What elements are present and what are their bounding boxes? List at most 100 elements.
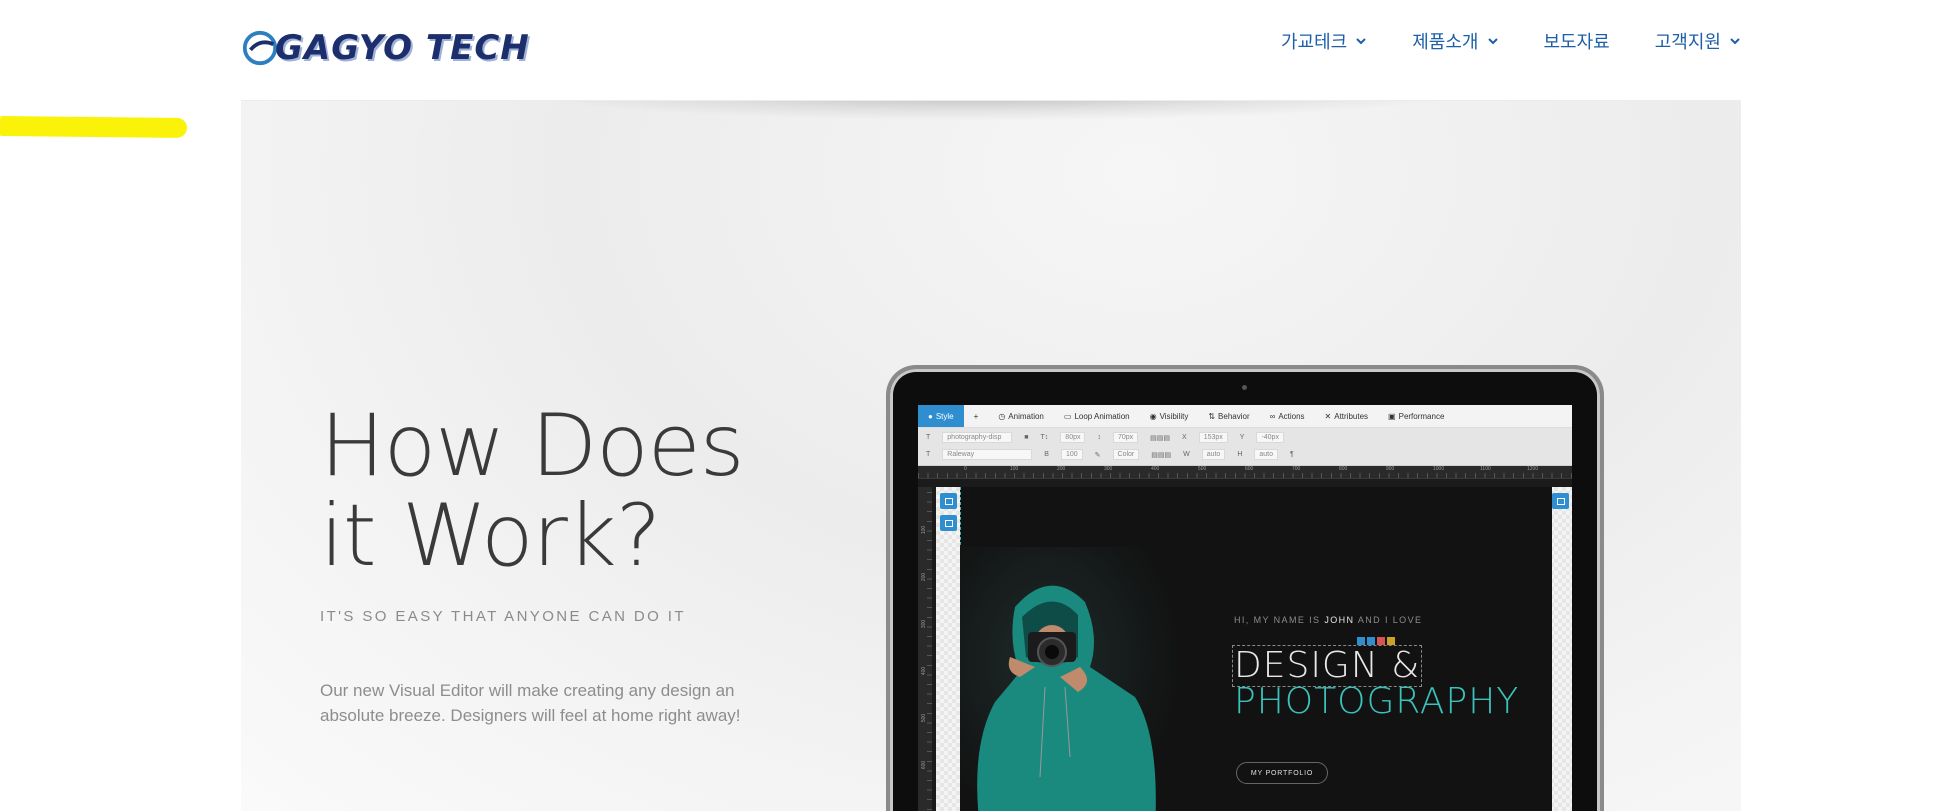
tools-icon: ✕ — [1324, 411, 1332, 421]
history-icon: ◷ — [998, 411, 1006, 421]
font-size-input[interactable]: 80px — [1060, 432, 1086, 443]
tab-visibility[interactable]: ◉ Visibility — [1140, 405, 1199, 427]
canvas-side-left — [936, 487, 960, 811]
droplet-icon: ● — [928, 411, 933, 421]
nav-item-products[interactable]: 제품소개 — [1367, 28, 1498, 54]
chevron-down-icon — [1356, 38, 1366, 45]
font-class-select[interactable]: photography-disp — [942, 432, 1013, 443]
nav-item-gagyotech[interactable]: 가교테크 — [1236, 28, 1367, 54]
ruler-label: 300 — [1104, 466, 1113, 472]
y-input[interactable]: -40px — [1256, 432, 1284, 443]
paragraph-icon[interactable]: ¶ — [1290, 451, 1294, 458]
w-input[interactable]: auto — [1201, 449, 1226, 460]
hero-title: How Does it Work? — [320, 401, 840, 581]
layers-icon[interactable] — [940, 493, 957, 509]
line-height-icon: ↕ — [1097, 434, 1101, 441]
font-weight-input[interactable]: 100 — [1060, 449, 1083, 460]
layer-mini-toolbar[interactable] — [1357, 637, 1395, 645]
ruler-label: 600 — [921, 760, 928, 770]
ruler-label: 400 — [1151, 466, 1160, 472]
canvas-intro-line: HI, MY NAME IS JOHN AND I LOVE — [1234, 615, 1423, 625]
ruler-label: 1200 — [1527, 466, 1539, 472]
ruler-label: 500 — [1198, 466, 1207, 472]
loop-icon: ▭ — [1063, 411, 1072, 421]
canvas-headline-1[interactable]: DESIGN & — [1231, 645, 1423, 687]
logo-mark-icon — [242, 30, 278, 66]
save-icon[interactable]: ■ — [1024, 434, 1028, 441]
canvas-side-right — [1550, 487, 1572, 811]
editor-toolbar: T photography-disp ■ T↕ 80px ↕ 70px ▤▤▤ … — [918, 428, 1572, 466]
ruler-label: 500 — [921, 713, 928, 723]
hero-title-line2: it Work? — [320, 486, 661, 586]
ruler-label: 800 — [1339, 466, 1348, 472]
align-icons[interactable]: ▤▤▤ — [1150, 434, 1170, 442]
header-drop-shadow — [511, 101, 1471, 121]
color-picker-icon[interactable]: ✎ — [1095, 451, 1101, 459]
delete-icon[interactable] — [1377, 637, 1385, 645]
tab-attributes[interactable]: ✕ Attributes — [1315, 405, 1379, 427]
horizontal-ruler[interactable]: 0 100 200 300 400 500 600 700 800 900 10… — [918, 466, 1572, 479]
tab-performance[interactable]: ▣ Performance — [1378, 405, 1454, 427]
ruler-label: 0 — [964, 466, 967, 472]
vertical-ruler[interactable]: 100 200 300 400 500 600 — [918, 487, 932, 811]
editor-screen: ● Style + ◷ Animation ▭ Loop Animation ◉ Vis… — [918, 405, 1572, 811]
align-icons[interactable]: ▤▤▤ — [1151, 451, 1171, 459]
tab-animation[interactable]: ◷ Animation — [988, 405, 1054, 427]
text-icon: T — [926, 434, 931, 441]
desktop-icon[interactable] — [1552, 493, 1569, 509]
chevron-down-icon — [1730, 38, 1740, 45]
nav-label: 보도자료 — [1543, 32, 1610, 53]
line-height-input[interactable]: 70px — [1112, 432, 1139, 443]
toolbar-row-2: T Raleway B 100 ✎ Color ▤▤▤ W auto H aut… — [926, 449, 1294, 460]
eye-icon: ◉ — [1149, 411, 1157, 421]
photographer-image — [960, 547, 1180, 811]
editor-canvas[interactable]: HI, MY NAME IS JOHN AND I LOVE DESIGN & … — [960, 487, 1552, 811]
site-header: GAGYO TECH 가교테크 제품소개 보도자료 고객지원 — [241, 0, 1741, 101]
chevron-down-icon — [1487, 38, 1498, 45]
nav-item-support[interactable]: 고객지원 — [1610, 28, 1741, 54]
canvas-name: JOHN — [1324, 615, 1355, 625]
hero-title-line1: How Does — [320, 396, 745, 496]
lock-icon[interactable] — [1387, 637, 1395, 645]
search-icon[interactable] — [940, 515, 957, 531]
font-size-icon: T↕ — [1040, 434, 1049, 441]
nav-item-press[interactable]: 보도자료 — [1499, 28, 1610, 54]
ruler-label: 1100 — [1480, 466, 1491, 472]
ruler-label: 300 — [921, 619, 928, 629]
toolbar-row-1: T photography-disp ■ T↕ 80px ↕ 70px ▤▤▤ … — [926, 432, 1284, 443]
logo[interactable]: GAGYO TECH — [241, 26, 530, 70]
portfolio-button[interactable]: MY PORTFOLIO — [1236, 762, 1328, 784]
y-label: Y — [1239, 434, 1245, 441]
h-label: H — [1237, 451, 1243, 458]
ruler-label: 900 — [1386, 466, 1395, 472]
canvas-headline-2[interactable]: PHOTOGRAPHY — [1234, 683, 1519, 721]
nav-label: 가교테크 — [1281, 32, 1348, 53]
tab-loop-animation[interactable]: ▭ Loop Animation — [1054, 405, 1140, 427]
nav-label: 제품소개 — [1412, 32, 1479, 53]
hero-subtitle: IT'S SO EASY THAT ANYONE CAN DO IT — [320, 608, 686, 625]
edit-icon[interactable] — [1367, 637, 1375, 645]
tab-behavior[interactable]: ⇅ Behavior — [1198, 405, 1259, 427]
link-icon: ∞ — [1269, 411, 1276, 421]
x-label: X — [1182, 434, 1187, 441]
tab-add[interactable]: + — [964, 405, 989, 427]
font-family-input[interactable]: Raleway — [942, 449, 1033, 460]
nav-label: 고객지원 — [1654, 32, 1721, 53]
w-label: W — [1183, 451, 1190, 458]
bold-icon: B — [1044, 451, 1049, 458]
color-input[interactable]: Color — [1112, 449, 1140, 460]
move-icon[interactable] — [1357, 637, 1365, 645]
tab-style[interactable]: ● Style — [918, 405, 964, 427]
x-input[interactable]: 153px — [1198, 432, 1228, 443]
h-input[interactable]: auto — [1254, 449, 1279, 460]
image-icon: ▣ — [1388, 411, 1396, 421]
ruler-label: 200 — [921, 572, 928, 582]
yellow-highlight-stroke — [0, 116, 188, 138]
hero-body: Our new Visual Editor will make creating… — [320, 681, 741, 725]
laptop-mockup: ● Style + ◷ Animation ▭ Loop Animation ◉ Vis… — [890, 369, 1600, 811]
editor-tabs: ● Style + ◷ Animation ▭ Loop Animation ◉ Vis… — [918, 405, 1572, 428]
ruler-label: 200 — [1057, 466, 1066, 472]
tab-actions[interactable]: ∞ Actions — [1260, 405, 1315, 427]
ruler-label: 100 — [1010, 466, 1019, 472]
logo-text: GAGYO TECH — [275, 28, 530, 68]
